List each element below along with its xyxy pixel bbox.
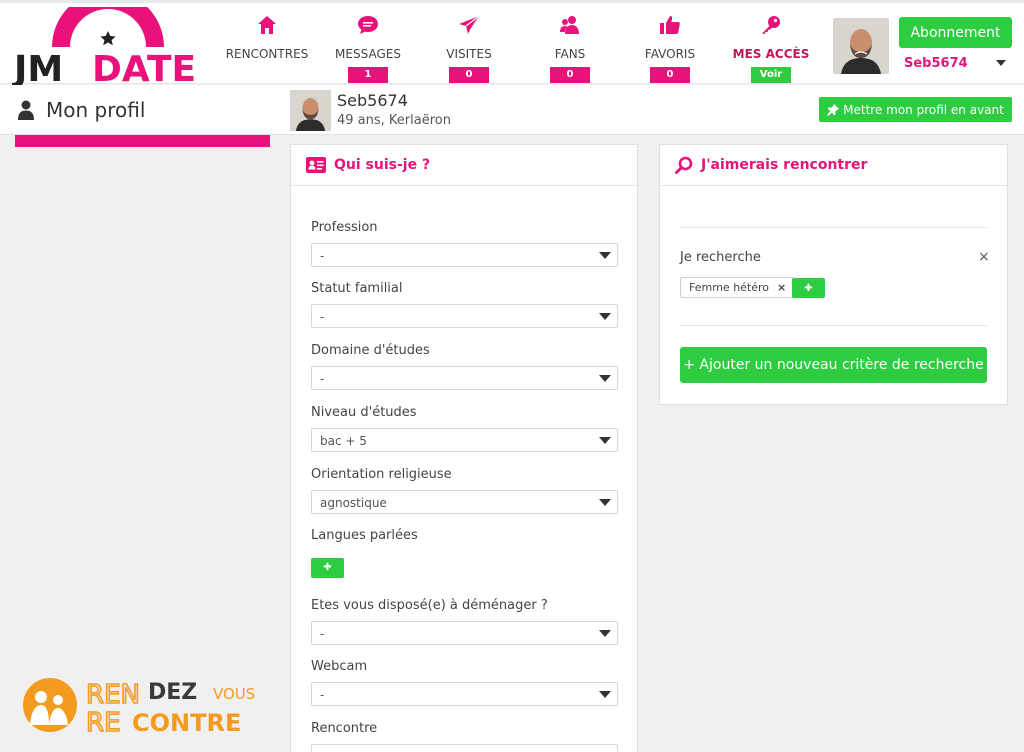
profile-photo[interactable] [290, 90, 331, 131]
relocation-select[interactable]: - [311, 621, 618, 645]
field-religion: Orientation religieuse agnostique [311, 467, 618, 514]
nav-messages[interactable]: MESSAGES 1 [323, 13, 413, 83]
field-label: Rencontre [311, 721, 378, 736]
svg-text:RE: RE [86, 708, 121, 735]
profile-age-location: 49 ans, Kerlaëron [337, 113, 451, 128]
religion-select[interactable]: agnostique [311, 490, 618, 514]
field-label: Orientation religieuse [311, 467, 452, 482]
about-me-header: Qui suis-je ? [291, 145, 637, 186]
looking-for-header: J'aimerais rencontrer [660, 145, 1007, 186]
pin-icon [827, 103, 840, 116]
nav-label: RENCONTRES [225, 47, 309, 61]
add-language-button[interactable]: ✚ [311, 557, 344, 578]
fans-count-badge: 0 [550, 67, 590, 83]
nav-label: MES ACCÈS [732, 47, 810, 61]
page-title: Mon profil [18, 98, 145, 122]
nav-mes-acces[interactable]: MES ACCÈS Voir [726, 13, 816, 83]
profile-subheader: Mon profil Seb5674 49 ans, Kerlaëron Met… [0, 85, 1024, 135]
rendezvous-rencontre-watermark: REN DEZ VOUS RE CONTRE [23, 678, 255, 735]
boost-profile-label: Mettre mon profil en avant [843, 102, 1004, 117]
nav-label: FANS [554, 47, 586, 61]
profile-name: Seb5674 [337, 91, 408, 110]
family-status-select[interactable]: - [311, 304, 618, 328]
watermark-text-dez: DEZ [148, 680, 197, 705]
sidebar-accent-bar [15, 135, 270, 147]
logo-text-jm: JM [12, 49, 63, 85]
nav-favoris[interactable]: FAVORIS 0 [625, 13, 715, 83]
nav-label: MESSAGES [335, 47, 401, 61]
paper-plane-icon [424, 13, 514, 37]
page-title-text: Mon profil [46, 98, 146, 122]
profession-select[interactable]: - [311, 243, 618, 267]
top-navigation-bar: JM DATE RENCONTRES MESSAGES 1 VISITES 0 … [0, 0, 1024, 85]
nav-label: VISITES [446, 47, 492, 61]
messages-count-badge: 1 [348, 67, 388, 83]
watermark-text-contre: CONTRE [132, 709, 241, 735]
chat-bubble-icon [323, 13, 413, 37]
field-label: Niveau d'études [311, 405, 417, 420]
favorites-count-badge: 0 [650, 67, 690, 83]
nav-fans[interactable]: FANS 0 [525, 13, 615, 83]
add-criterion-value-button[interactable]: ✚ [792, 278, 825, 298]
nav-visites[interactable]: VISITES 0 [424, 13, 514, 83]
field-webcam: Webcam - [311, 659, 618, 706]
meeting-select[interactable] [311, 744, 618, 752]
field-study-domain: Domaine d'études - [311, 343, 618, 390]
key-icon [726, 13, 816, 37]
search-criterion-label: Je recherche [680, 250, 761, 265]
logo-text-date: DATE [92, 49, 196, 85]
chevron-down-icon[interactable] [996, 60, 1006, 66]
add-new-criterion-button[interactable]: + Ajouter un nouveau critère de recherch… [680, 347, 987, 383]
field-relocation: Etes vous disposé(e) à déménager ? - [311, 598, 618, 645]
id-card-icon [306, 157, 326, 173]
divider [680, 227, 987, 228]
user-avatar[interactable] [833, 18, 889, 74]
about-me-panel: Qui suis-je ? Profession - Statut famili… [290, 144, 638, 752]
search-icon [675, 156, 693, 174]
study-level-select[interactable]: bac + 5 [311, 428, 618, 452]
field-label: Langues parlées [311, 528, 418, 543]
webcam-select[interactable]: - [311, 682, 618, 706]
visits-count-badge: 0 [449, 67, 489, 83]
divider [680, 325, 987, 326]
subscribe-button[interactable]: Abonnement [899, 17, 1012, 48]
about-me-title: Qui suis-je ? [334, 157, 431, 173]
boost-profile-button[interactable]: Mettre mon profil en avant [819, 97, 1012, 122]
field-profession: Profession - [311, 220, 618, 267]
looking-for-panel: J'aimerais rencontrer Je recherche × Fem… [659, 144, 1008, 405]
looking-for-title: J'aimerais rencontrer [701, 157, 868, 173]
field-languages: Langues parlées ✚ [311, 528, 618, 578]
field-family-status: Statut familial - [311, 281, 618, 328]
criterion-tag: Femme hétéro × [680, 277, 796, 298]
thumbs-up-icon [625, 13, 715, 37]
users-icon [525, 13, 615, 37]
field-label: Domaine d'études [311, 343, 430, 358]
remove-criterion-icon[interactable]: × [978, 249, 990, 265]
home-icon [222, 13, 312, 37]
study-domain-select[interactable]: - [311, 366, 618, 390]
remove-tag-icon[interactable]: × [777, 281, 786, 294]
criterion-tag-label: Femme hétéro [689, 281, 770, 294]
star-icon [100, 31, 116, 46]
watermark-text-ren: REN [86, 680, 140, 710]
field-label: Etes vous disposé(e) à déménager ? [311, 598, 548, 613]
field-label: Profession [311, 220, 378, 235]
jm-date-logo[interactable]: JM DATE [12, 7, 208, 85]
nav-label: FAVORIS [644, 47, 696, 61]
nav-rencontres[interactable]: RENCONTRES [222, 13, 312, 61]
field-meeting: Rencontre [311, 721, 618, 752]
watermark-text-vous: VOUS [213, 685, 255, 703]
field-label: Webcam [311, 659, 368, 674]
field-label: Statut familial [311, 281, 403, 296]
field-study-level: Niveau d'études bac + 5 [311, 405, 618, 452]
user-icon [18, 100, 34, 120]
access-view-badge[interactable]: Voir [751, 67, 791, 83]
username-label[interactable]: Seb5674 [904, 56, 968, 71]
